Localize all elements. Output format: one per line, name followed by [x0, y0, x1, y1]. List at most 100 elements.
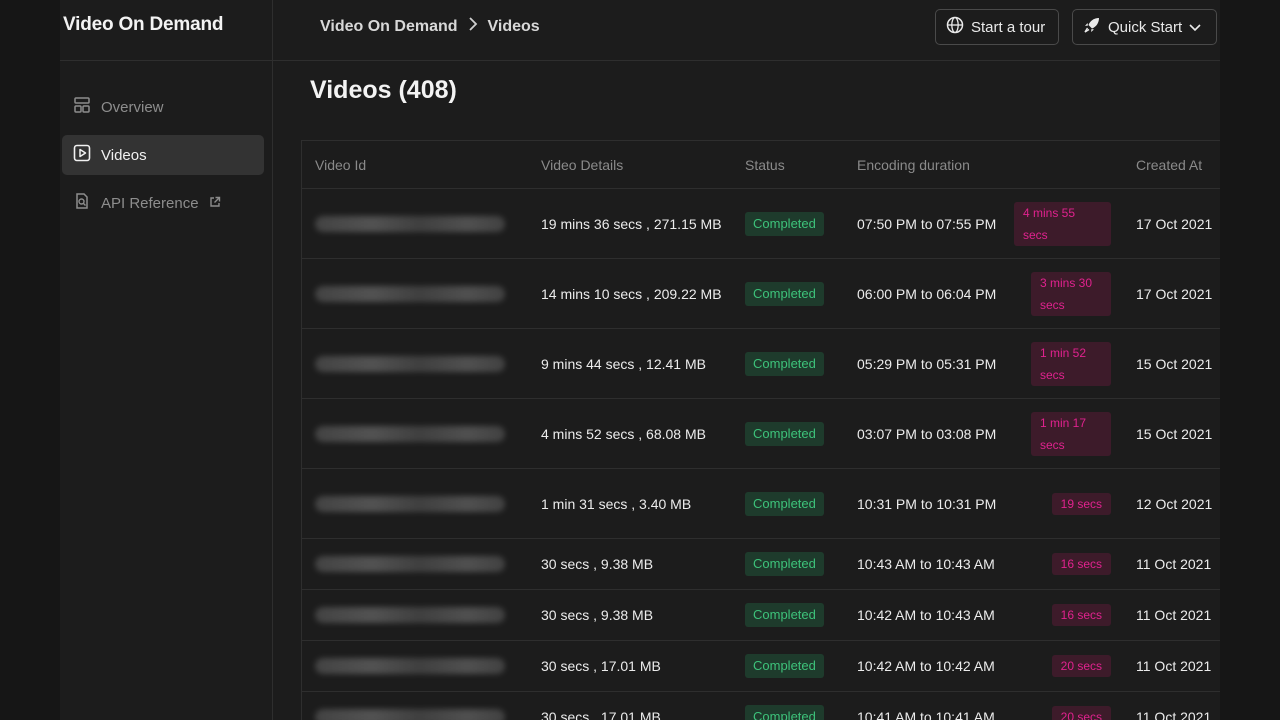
- start-tour-label: Start a tour: [971, 18, 1046, 36]
- video-id-cell: [302, 398, 528, 469]
- duration-badge: 19 secs: [1051, 492, 1111, 515]
- created-at-cell: 11 Oct 2021: [1123, 589, 1220, 641]
- encoding-range: 10:41 AM to 10:41 AM: [857, 709, 995, 720]
- redacted-video-id: [315, 425, 505, 442]
- duration-badge: 16 secs: [1051, 553, 1111, 575]
- duration-badge: 1 min 17 secs: [1031, 411, 1111, 456]
- encoding-cell: 10:41 AM to 10:41 AM 20 secs: [844, 691, 1123, 720]
- video-id-cell: [302, 589, 528, 641]
- encoding-range: 03:07 PM to 03:08 PM: [857, 425, 997, 442]
- sidebar-item-api-reference[interactable]: API Reference: [62, 183, 264, 223]
- video-id-cell: [302, 258, 528, 329]
- status-badge: Completed: [745, 351, 824, 376]
- status-badge: Completed: [745, 281, 824, 306]
- breadcrumb-home[interactable]: Video On Demand: [320, 18, 458, 36]
- breadcrumb: Video On Demand Videos: [320, 17, 540, 36]
- status-cell: Completed: [732, 468, 844, 539]
- encoding-cell: 03:07 PM to 03:08 PM 1 min 17 secs: [844, 398, 1123, 469]
- column-header: Video Id: [302, 141, 528, 189]
- created-at-cell: 11 Oct 2021: [1123, 640, 1220, 692]
- column-header: Created At: [1123, 141, 1220, 189]
- status-badge: Completed: [745, 603, 824, 627]
- video-id-cell: [302, 640, 528, 692]
- encoding-cell: 05:29 PM to 05:31 PM 1 min 52 secs: [844, 328, 1123, 399]
- chevron-down-icon: [1189, 19, 1201, 36]
- duration-badge: 4 mins 55 secs: [1014, 201, 1111, 246]
- created-at-cell: 11 Oct 2021: [1123, 538, 1220, 590]
- duration-badge: 1 min 52 secs: [1031, 341, 1111, 386]
- sidebar-divider: [272, 0, 273, 720]
- status-badge: Completed: [745, 552, 824, 576]
- breadcrumb-current[interactable]: Videos: [488, 18, 540, 36]
- redacted-video-id: [315, 355, 505, 372]
- chevron-right-icon: [468, 17, 478, 36]
- status-cell: Completed: [732, 398, 844, 469]
- created-at-cell: 17 Oct 2021: [1123, 258, 1220, 329]
- encoding-range: 10:42 AM to 10:43 AM: [857, 607, 995, 623]
- video-details-cell: 4 mins 52 secs , 68.08 MB: [528, 398, 732, 469]
- video-id-cell: [302, 328, 528, 399]
- table-header-row: Video Id Video Details Status Encoding d…: [302, 141, 1220, 189]
- redacted-video-id: [315, 495, 505, 512]
- video-details-cell: 30 secs , 17.01 MB: [528, 691, 732, 720]
- table-row[interactable]: 4 mins 52 secs , 68.08 MB Completed 03:0…: [302, 398, 1220, 469]
- sidebar-item-overview[interactable]: Overview: [62, 87, 264, 127]
- table-row[interactable]: 30 secs , 9.38 MB Completed 10:43 AM to …: [302, 538, 1220, 590]
- duration-badge: 20 secs: [1051, 655, 1111, 677]
- sidebar-item-videos[interactable]: Videos: [62, 135, 264, 175]
- status-cell: Completed: [732, 188, 844, 259]
- encoding-cell: 10:43 AM to 10:43 AM 16 secs: [844, 538, 1123, 590]
- app-title: Video On Demand: [63, 14, 224, 35]
- videos-table: Video Id Video Details Status Encoding d…: [301, 140, 1220, 720]
- duration-badge: 3 mins 30 secs: [1031, 271, 1111, 316]
- table-row[interactable]: 14 mins 10 secs , 209.22 MB Completed 06…: [302, 258, 1220, 329]
- encoding-range: 07:50 PM to 07:55 PM: [857, 215, 997, 232]
- video-id-cell: [302, 538, 528, 590]
- table-row[interactable]: 30 secs , 17.01 MB Completed 10:42 AM to…: [302, 640, 1220, 692]
- created-at-cell: 15 Oct 2021: [1123, 398, 1220, 469]
- video-id-cell: [302, 691, 528, 720]
- video-details-cell: 30 secs , 9.38 MB: [528, 589, 732, 641]
- encoding-range: 06:00 PM to 06:04 PM: [857, 285, 997, 302]
- redacted-video-id: [315, 215, 505, 232]
- quick-start-button[interactable]: Quick Start: [1072, 9, 1217, 45]
- video-details-cell: 1 min 31 secs , 3.40 MB: [528, 468, 732, 539]
- video-details-cell: 19 mins 36 secs , 271.15 MB: [528, 188, 732, 259]
- table-row[interactable]: 1 min 31 secs , 3.40 MB Completed 10:31 …: [302, 468, 1220, 539]
- table-row[interactable]: 19 mins 36 secs , 271.15 MB Completed 07…: [302, 188, 1220, 259]
- encoding-range: 10:42 AM to 10:42 AM: [857, 658, 995, 674]
- column-header: Video Details: [528, 141, 732, 189]
- table-row[interactable]: 30 secs , 9.38 MB Completed 10:42 AM to …: [302, 589, 1220, 641]
- header-divider: [60, 60, 1220, 61]
- redacted-video-id: [315, 607, 505, 623]
- redacted-video-id: [315, 709, 505, 720]
- table-row[interactable]: 30 secs , 17.01 MB Completed 10:41 AM to…: [302, 691, 1220, 720]
- video-id-cell: [302, 468, 528, 539]
- column-header: Status: [732, 141, 844, 189]
- encoding-range: 10:31 PM to 10:31 PM: [857, 495, 997, 512]
- sidebar-item-label: Overview: [101, 98, 164, 116]
- video-details-cell: 30 secs , 9.38 MB: [528, 538, 732, 590]
- status-badge: Completed: [745, 211, 824, 236]
- table-row[interactable]: 9 mins 44 secs , 12.41 MB Completed 05:2…: [302, 328, 1220, 399]
- video-details-cell: 14 mins 10 secs , 209.22 MB: [528, 258, 732, 329]
- status-badge: Completed: [745, 421, 824, 446]
- redacted-video-id: [315, 556, 505, 572]
- status-cell: Completed: [732, 691, 844, 720]
- duration-badge: 16 secs: [1051, 604, 1111, 626]
- external-link-icon: [209, 195, 221, 212]
- video-details-cell: 9 mins 44 secs , 12.41 MB: [528, 328, 732, 399]
- status-cell: Completed: [732, 538, 844, 590]
- encoding-cell: 10:42 AM to 10:43 AM 16 secs: [844, 589, 1123, 641]
- redacted-video-id: [315, 658, 505, 674]
- app-frame: Video On Demand Video On Demand Videos S…: [60, 0, 1220, 720]
- encoding-cell: 06:00 PM to 06:04 PM 3 mins 30 secs: [844, 258, 1123, 329]
- encoding-range: 10:43 AM to 10:43 AM: [857, 556, 995, 572]
- overview-icon: [73, 96, 91, 118]
- created-at-cell: 15 Oct 2021: [1123, 328, 1220, 399]
- rocket-icon: [1083, 16, 1101, 38]
- page-title: Videos (408): [310, 76, 457, 104]
- start-tour-button[interactable]: Start a tour: [935, 9, 1059, 45]
- api-reference-icon: [73, 192, 91, 214]
- status-badge: Completed: [745, 705, 824, 720]
